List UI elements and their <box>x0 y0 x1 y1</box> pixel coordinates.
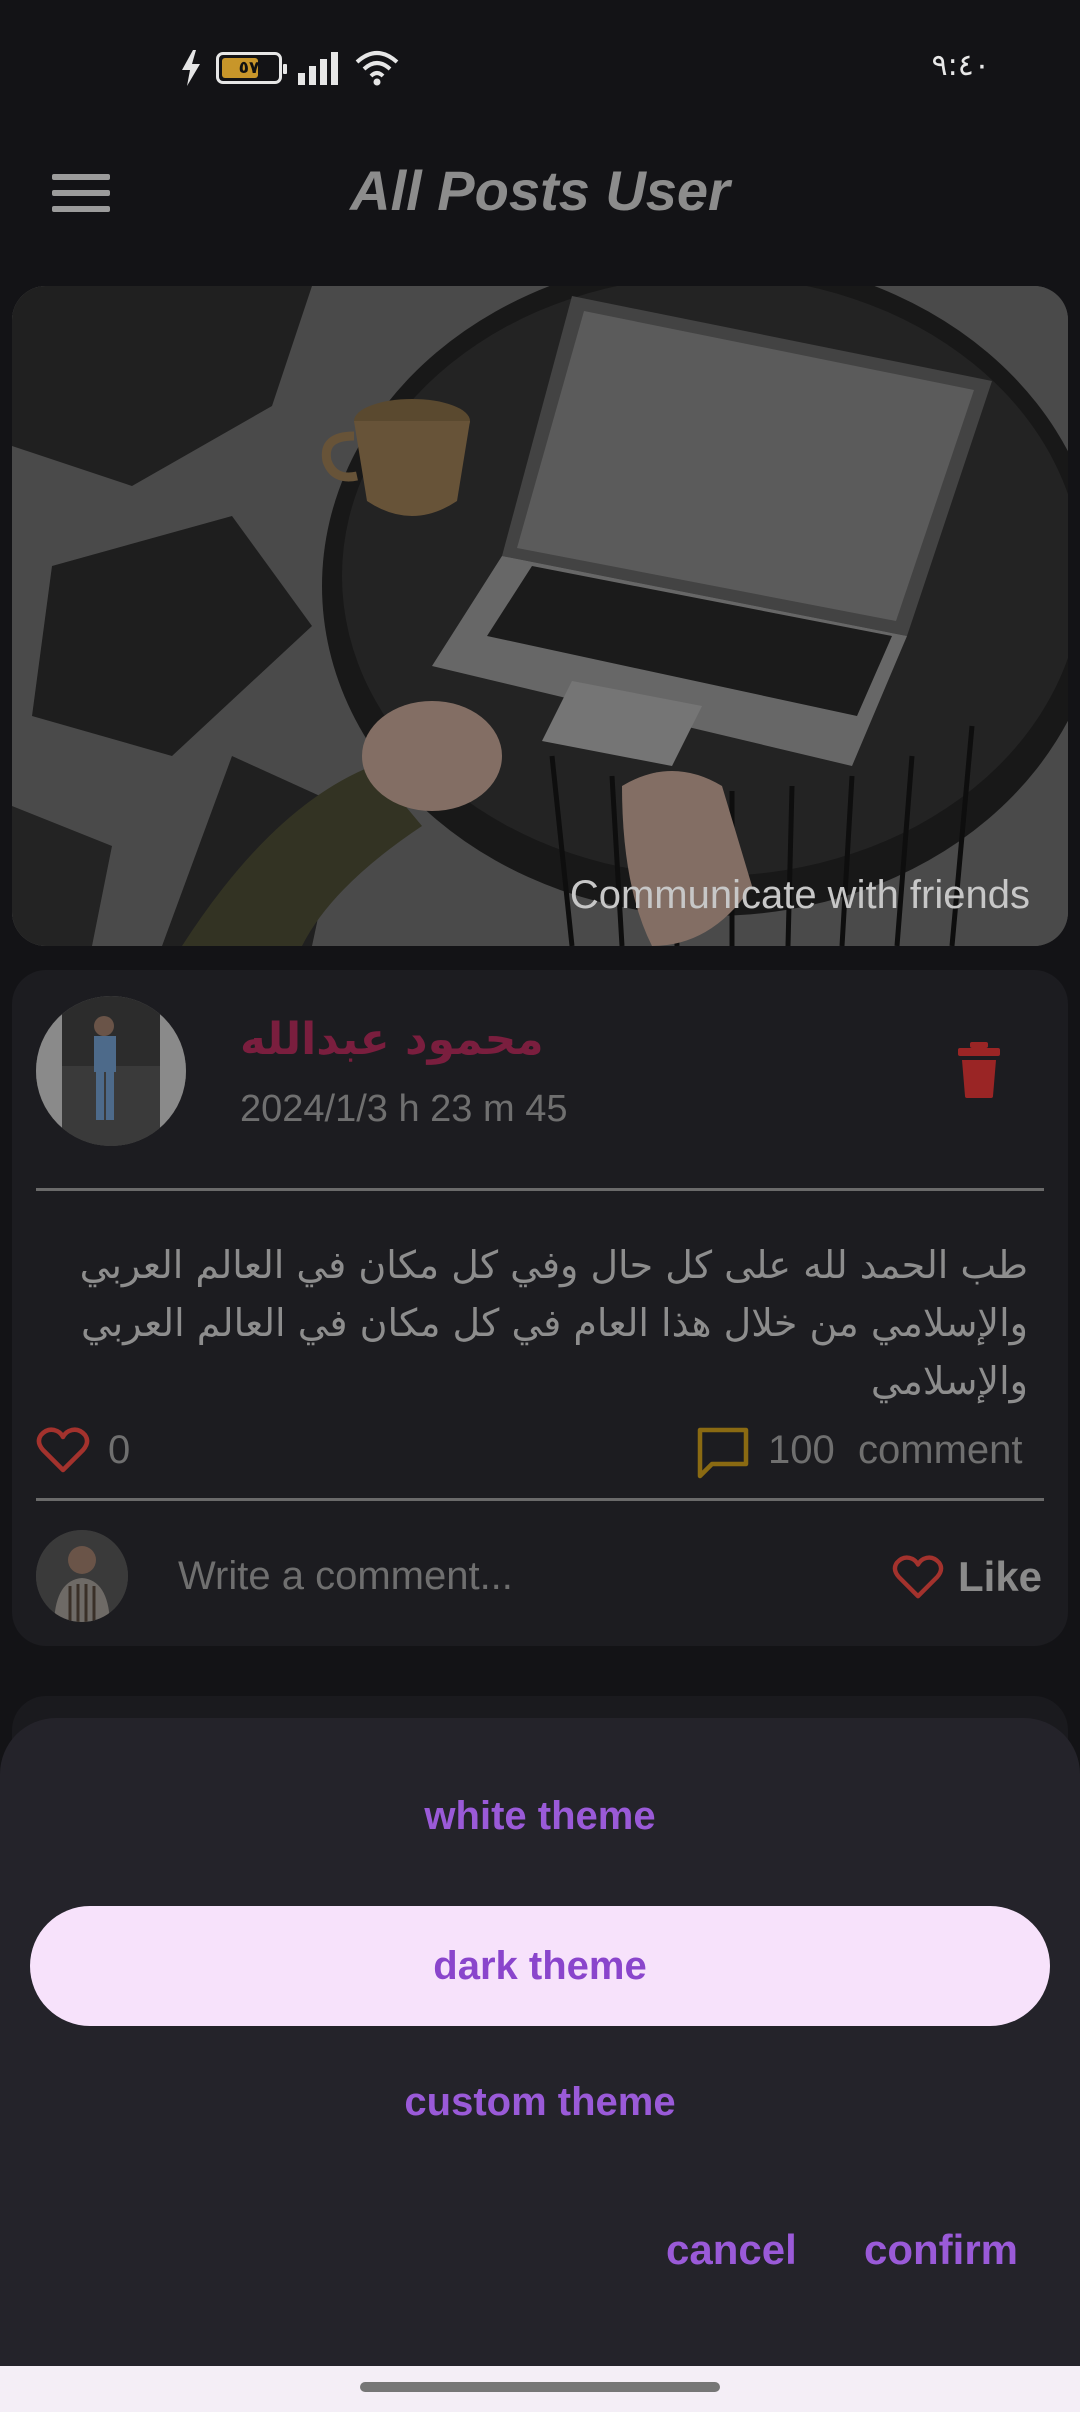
battery-level: ٥٧ <box>238 58 260 77</box>
post-author[interactable]: محمود عبدالله <box>240 1014 544 1065</box>
like-button-label: Like <box>958 1553 1043 1600</box>
theme-bottom-sheet: white theme dark theme custom theme canc… <box>0 1718 1080 2366</box>
post-card: محمود عبدالله 2024/1/3 h 23 m 45 طب الحم… <box>12 970 1068 1646</box>
post-date: 2024/1/3 h 23 m 45 <box>240 1088 568 1130</box>
post-body: طب الحمد لله على كل حال وفي كل مكان في ا… <box>79 1243 1028 1403</box>
comment-count: 100 <box>768 1428 835 1472</box>
comment-divider <box>36 1498 1044 1501</box>
navigation-bar <box>0 2366 1080 2412</box>
signal-icon <box>298 52 338 85</box>
delete-icon[interactable] <box>958 1042 1000 1098</box>
battery-icon: ٥٧ <box>216 52 287 84</box>
comment-label[interactable]: comment <box>858 1428 1023 1473</box>
comment-icon[interactable] <box>696 1426 750 1480</box>
like-count: 0 <box>108 1428 131 1472</box>
charging-icon <box>182 50 200 86</box>
app-screen: ٥٧ ٩:٤٠ All Posts User Communicate with … <box>0 0 1080 2412</box>
white-theme-option[interactable]: white theme <box>0 1794 1080 1839</box>
banner-caption: Communicate with friends <box>569 873 1030 917</box>
wifi-icon <box>355 51 399 86</box>
comment-input[interactable] <box>178 1538 658 1614</box>
post-text: طب الحمد لله على كل حال وفي كل مكان في ا… <box>36 1236 1028 1410</box>
heart-icon[interactable] <box>36 1426 90 1474</box>
cancel-button[interactable]: cancel <box>666 2226 797 2274</box>
confirm-button[interactable]: confirm <box>864 2226 1018 2274</box>
heart-icon <box>892 1555 944 1599</box>
author-avatar[interactable] <box>36 996 186 1146</box>
home-gesture-handle[interactable] <box>360 2382 720 2392</box>
banner-image: Communicate with friends <box>12 286 1068 946</box>
status-time: ٩:٤٠ <box>931 48 990 83</box>
current-user-avatar <box>36 1530 128 1622</box>
post-divider <box>36 1188 1044 1191</box>
page-title: All Posts User <box>350 159 730 222</box>
laptop-photo <box>12 286 1068 946</box>
status-bar: ٥٧ ٩:٤٠ <box>0 0 1080 130</box>
dark-theme-option[interactable]: dark theme <box>30 1906 1050 2026</box>
status-icons: ٥٧ <box>180 48 400 88</box>
custom-theme-option[interactable]: custom theme <box>0 2080 1080 2125</box>
app-bar: All Posts User <box>0 130 1080 260</box>
like-button[interactable]: Like <box>892 1542 1042 1612</box>
